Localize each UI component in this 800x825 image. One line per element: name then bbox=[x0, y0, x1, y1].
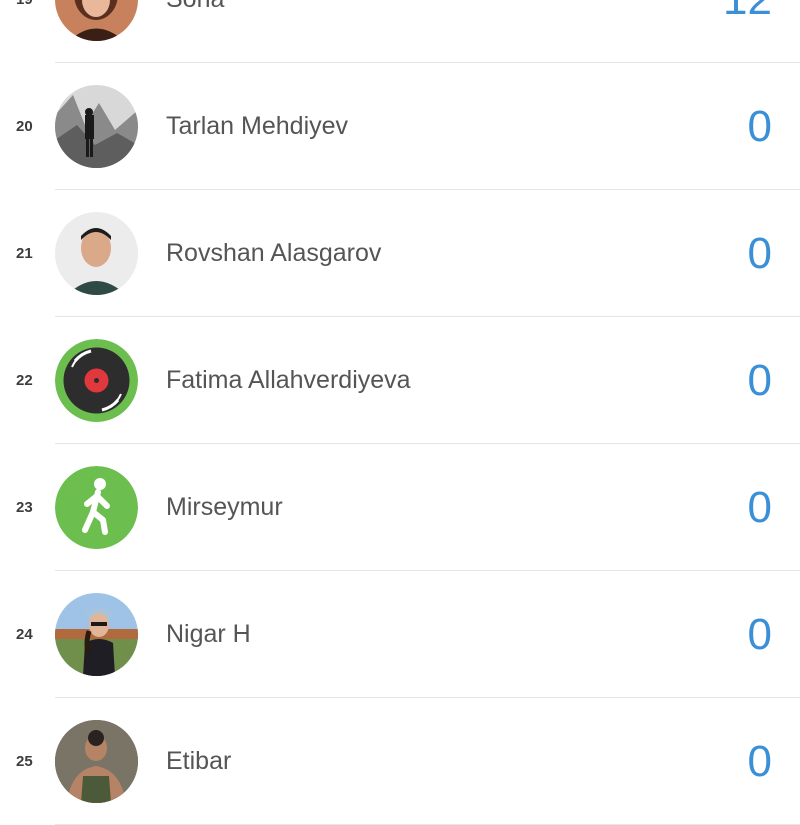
leaderboard-list: 19 Sona 12 20 bbox=[0, 0, 800, 825]
person-photo-avatar-icon bbox=[55, 593, 138, 676]
user-name: Nigar H bbox=[166, 620, 251, 648]
user-score: 12 bbox=[723, 0, 772, 63]
person-photo-avatar-icon bbox=[55, 0, 138, 41]
user-avatar[interactable] bbox=[55, 720, 138, 803]
person-photo-avatar-icon bbox=[55, 212, 138, 295]
leaderboard-row[interactable]: 21 Rovshan Alasgarov 0 bbox=[0, 190, 800, 317]
user-avatar[interactable] bbox=[55, 339, 138, 422]
rank-number: 20 bbox=[16, 118, 33, 135]
mountain-photo-avatar-icon bbox=[55, 85, 138, 168]
user-name: Sona bbox=[166, 0, 224, 63]
user-avatar[interactable] bbox=[55, 593, 138, 676]
vinyl-record-icon bbox=[55, 339, 138, 422]
user-score: 0 bbox=[747, 356, 772, 405]
walking-person-icon bbox=[55, 466, 138, 549]
user-avatar[interactable] bbox=[55, 466, 138, 549]
user-name: Rovshan Alasgarov bbox=[166, 239, 382, 267]
leaderboard-row[interactable]: 25 Etibar 0 bbox=[0, 698, 800, 825]
user-score: 0 bbox=[747, 737, 772, 786]
rank-number: 19 bbox=[16, 0, 44, 63]
rank-number: 24 bbox=[16, 626, 33, 643]
user-name: Fatima Allahverdiyeva bbox=[166, 366, 411, 394]
leaderboard-row[interactable]: 19 Sona 12 bbox=[0, 0, 800, 63]
user-name: Tarlan Mehdiyev bbox=[166, 112, 349, 140]
user-avatar[interactable] bbox=[55, 0, 138, 41]
rank-number: 23 bbox=[16, 499, 33, 516]
user-score: 0 bbox=[747, 610, 772, 659]
rank-number: 22 bbox=[16, 372, 33, 389]
user-avatar[interactable] bbox=[55, 212, 138, 295]
user-score: 0 bbox=[747, 483, 772, 532]
rank-number: 21 bbox=[16, 245, 33, 262]
user-score: 0 bbox=[747, 229, 772, 278]
user-name: Etibar bbox=[166, 747, 232, 775]
user-avatar[interactable] bbox=[55, 85, 138, 168]
person-photo-avatar-icon bbox=[55, 720, 138, 803]
user-score: 0 bbox=[747, 102, 772, 151]
leaderboard-row[interactable]: 22 Fatima Allahverdiyeva 0 bbox=[0, 317, 800, 444]
leaderboard-row[interactable]: 23 Mirseymur 0 bbox=[0, 444, 800, 571]
user-name: Mirseymur bbox=[166, 493, 283, 521]
leaderboard-row[interactable]: 20 Tarlan Mehdiyev 0 bbox=[0, 63, 800, 190]
rank-number: 25 bbox=[16, 753, 33, 770]
leaderboard-row[interactable]: 24 Nigar H 0 bbox=[0, 571, 800, 698]
